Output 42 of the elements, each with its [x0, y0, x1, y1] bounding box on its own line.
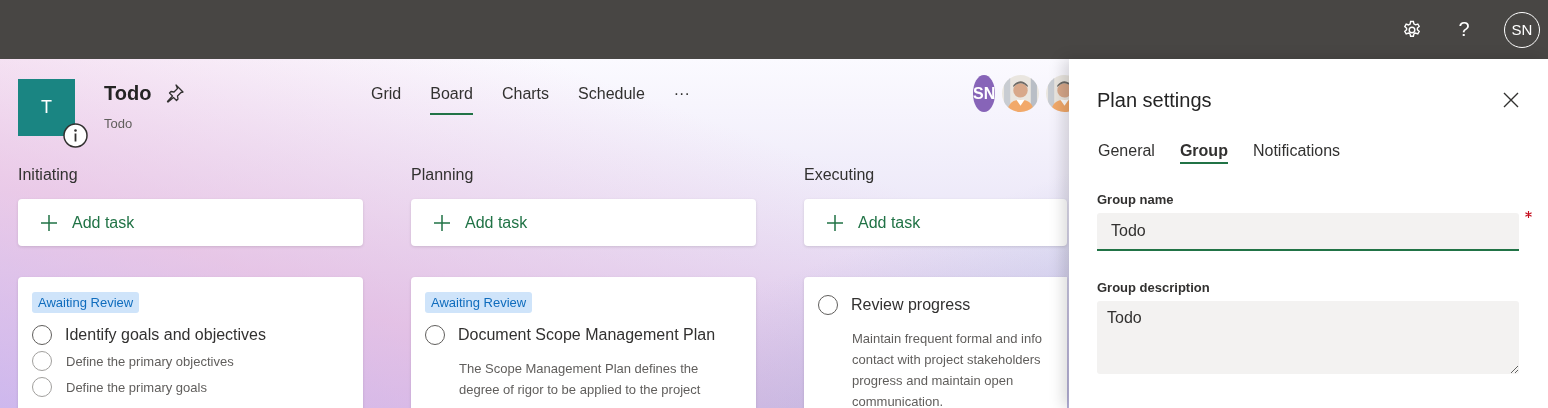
description-field[interactable]: Todo [1097, 301, 1519, 374]
settings-tab[interactable]: Notifications [1252, 142, 1341, 164]
bucket-title: Initiating [18, 166, 79, 185]
help-button[interactable]: ? [1446, 18, 1482, 41]
plus-icon [826, 213, 844, 232]
status-label: Awaiting Review [425, 292, 533, 313]
task-description: Maintain frequent formal and info contact with project stakeholders progress and maintain open communication. [852, 330, 1044, 408]
settings-tab[interactable]: Group [1179, 142, 1228, 164]
more-button[interactable]: ··· [673, 79, 690, 115]
add-task-button[interactable]: Add task [804, 199, 1067, 246]
checklist-item: Define the primary goals [66, 379, 207, 395]
task-description: The Scope Management Plan defines the degree of rigor to be applied to the project [459, 360, 702, 399]
status-label: Awaiting Review [32, 292, 140, 313]
task-title: Review progress [851, 296, 971, 314]
close-icon[interactable] [1503, 92, 1519, 108]
field-label: Group description [1097, 280, 1211, 297]
pin-icon[interactable] [165, 83, 186, 103]
view-tab[interactable]: Board [430, 79, 473, 115]
settings-icon[interactable] [1402, 19, 1422, 40]
field-label: Group name [1097, 192, 1175, 209]
task-title: Identify goals and objectives [65, 326, 266, 344]
plus-icon [433, 213, 451, 232]
bucket-title: Executing [804, 166, 876, 185]
task-card[interactable]: Review progress Maintain frequent formal and info contact with project stakeholders progress and maintain open communication. [804, 277, 1067, 408]
checklist-item: Define the primary objectives [66, 353, 234, 369]
view-tab[interactable]: Charts [501, 79, 550, 115]
view-tab[interactable]: Schedule [578, 79, 645, 115]
plan-title: Todo [104, 81, 152, 105]
task-card[interactable]: Awaiting Review Identify goals and objectives Define the primary objectives Define the primary goals [18, 277, 363, 408]
bucket-title: Planning [411, 166, 475, 185]
plan-subtitle: Todo [104, 116, 134, 131]
name-field[interactable]: Todo [1097, 213, 1519, 251]
task-title: Document Scope Management Plan [458, 326, 716, 344]
member-avatar[interactable]: SN [973, 75, 996, 112]
settings-tab[interactable]: General [1098, 142, 1155, 164]
plus-icon [40, 213, 58, 232]
add-task-button[interactable]: Add task [411, 199, 756, 246]
task-card[interactable]: Awaiting Review Document Scope Management Plan The Scope Management Plan defines the degree of rigor to be applied to the project [411, 277, 756, 408]
view-tab[interactable]: Grid [371, 79, 402, 115]
panel-title: Plan settings [1097, 88, 1212, 112]
add-task-button[interactable]: Add task [18, 199, 363, 246]
info-icon[interactable] [63, 123, 88, 148]
